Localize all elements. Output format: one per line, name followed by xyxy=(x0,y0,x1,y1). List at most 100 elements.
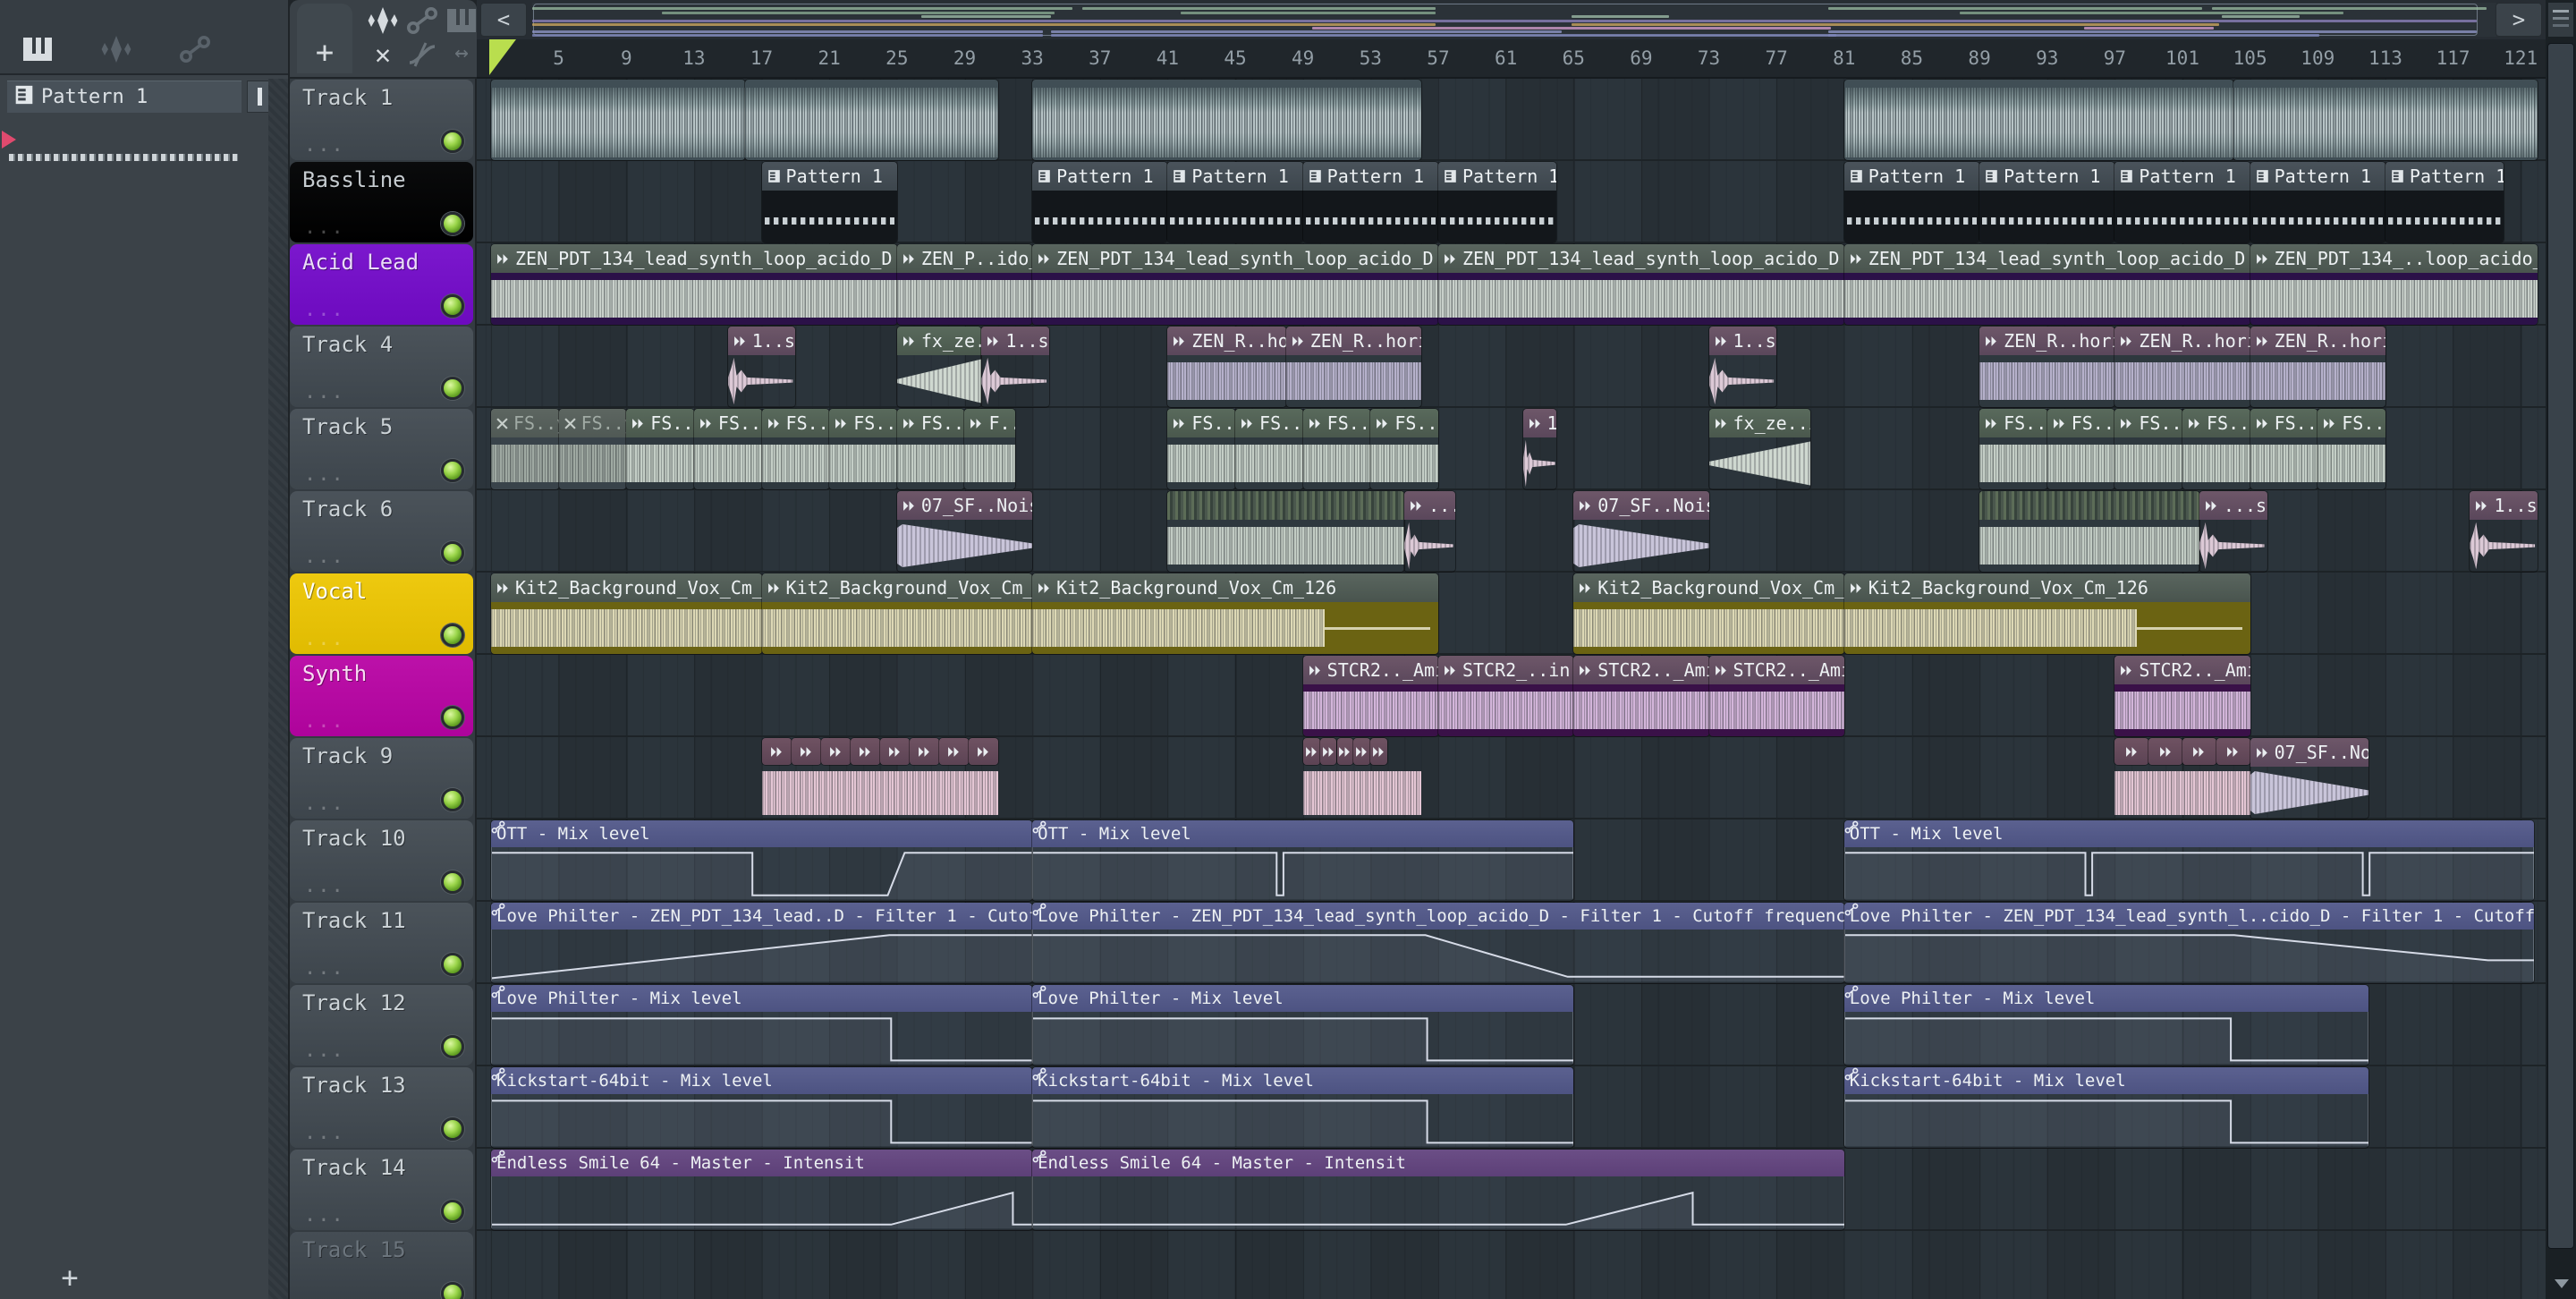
add-arrangement-tab[interactable]: + xyxy=(297,4,352,73)
clip-header[interactable]: STCR2_..in #2 xyxy=(1437,656,1574,684)
audio-clip[interactable] xyxy=(791,738,821,765)
track-header[interactable]: Track 12... xyxy=(290,985,473,1066)
audio-clip[interactable] xyxy=(969,738,999,765)
clip-header[interactable]: Pattern 1 xyxy=(2385,162,2504,191)
clip-header[interactable]: ZEN_R..horia xyxy=(1285,327,1422,355)
track-options-dots[interactable]: ... xyxy=(304,793,345,815)
clip-header[interactable]: STCR2.._Amin xyxy=(1302,656,1438,684)
clip-header[interactable]: Pattern 1 xyxy=(1167,162,1303,191)
pattern-clip[interactable]: Pattern 1 xyxy=(1302,162,1438,242)
track-header[interactable]: Synth... xyxy=(290,656,473,736)
audio-clip[interactable]: FS..y xyxy=(2114,409,2182,489)
clip-header[interactable]: Kit2_Background_Vox_Cm_ xyxy=(761,573,1033,602)
automation-curve[interactable] xyxy=(1033,1094,1574,1146)
track-enable-led[interactable] xyxy=(441,624,464,647)
scroll-down-icon[interactable] xyxy=(2555,1279,2569,1288)
audio-clip[interactable]: ZEN_PDT_134_..loop_acido_D xyxy=(2250,244,2538,325)
audio-clip[interactable] xyxy=(1167,491,1405,572)
track-enable-led[interactable] xyxy=(441,1282,464,1299)
automation-link-icon[interactable] xyxy=(177,34,216,64)
clip-header[interactable] xyxy=(1167,491,1405,520)
track-enable-led[interactable] xyxy=(441,459,464,482)
track-options-dots[interactable]: ... xyxy=(304,463,345,486)
audio-clip[interactable]: ...se xyxy=(1404,491,1455,572)
audio-clip[interactable] xyxy=(2114,738,2149,765)
clip-header[interactable]: Pattern 1 xyxy=(1032,162,1168,191)
clip-header[interactable]: 1..se xyxy=(727,327,796,355)
clip-header[interactable]: FS..y xyxy=(829,409,897,437)
automation-clip[interactable]: Endless Smile 64 - Master - Intensit xyxy=(491,1150,1033,1230)
automation-curve[interactable] xyxy=(1033,930,1844,981)
track-enable-led[interactable] xyxy=(441,1117,464,1141)
arrangement-minimap[interactable] xyxy=(532,3,2496,37)
audio-clip[interactable]: STCR2.._Amin xyxy=(1573,656,1709,736)
track-enable-led[interactable] xyxy=(441,953,464,976)
clip-header[interactable]: ...se xyxy=(1404,491,1455,520)
audio-clip[interactable]: STCR2.._Amin xyxy=(1708,656,1844,736)
audio-clip[interactable] xyxy=(1302,768,1422,818)
audio-clip[interactable]: Kit2_Background_Vox_Cm_ xyxy=(1573,573,1844,654)
clip-header[interactable]: fx_ze..ing909 xyxy=(1708,409,1810,437)
clip-header[interactable]: ZEN_PDT_134_..loop_acido_D xyxy=(2250,244,2538,273)
track-options-dots[interactable]: ... xyxy=(304,1204,345,1227)
audio-clip[interactable]: FS..y xyxy=(2250,409,2318,489)
clip-header[interactable]: OTT - Mix level xyxy=(1843,820,2535,847)
automation-curve[interactable] xyxy=(1844,930,2535,981)
pattern-clip[interactable]: Pattern 1 xyxy=(1167,162,1303,242)
pattern-mini-preview[interactable] xyxy=(9,154,238,161)
piano-icon[interactable] xyxy=(444,5,479,36)
slide-link-icon[interactable] xyxy=(404,5,440,36)
audio-clip[interactable]: 1..se xyxy=(727,327,796,407)
clip-header[interactable]: STCR2.._Amin xyxy=(1708,656,1844,684)
audio-clip[interactable] xyxy=(2216,738,2250,765)
audio-clip[interactable] xyxy=(1843,80,2233,160)
audio-clip[interactable]: FS..y xyxy=(2046,409,2115,489)
add-pattern-button[interactable]: + xyxy=(52,1260,88,1295)
automation-curve[interactable] xyxy=(1844,847,2535,899)
audio-clip[interactable]: FS..y xyxy=(2318,409,2385,489)
audio-clip[interactable]: ZEN_R..horia xyxy=(2114,327,2250,407)
track-enable-led[interactable] xyxy=(441,788,464,811)
audio-clip[interactable] xyxy=(2233,80,2538,160)
automation-curve[interactable] xyxy=(492,847,1033,899)
audio-clip[interactable] xyxy=(2182,738,2216,765)
track-header[interactable]: Track 9... xyxy=(290,738,473,819)
audio-clip[interactable]: ZEN_PDT_134_lead_synth_loop_acido_D xyxy=(491,244,897,325)
audio-clip[interactable]: STCR2.._Amin xyxy=(2114,656,2250,736)
automation-clip[interactable]: OTT - Mix level xyxy=(1032,820,1574,901)
audio-clip[interactable]: Kit2_Background_Vox_Cm_ xyxy=(491,573,762,654)
pattern-clip[interactable]: Pattern 1 xyxy=(1843,162,1980,242)
clip-header[interactable]: Endless Smile 64 - Master - Intensit xyxy=(491,1150,1033,1176)
audio-clip[interactable]: FS..y xyxy=(491,409,559,489)
audio-clip[interactable]: fx_ze..ing909 xyxy=(1708,409,1810,489)
clip-header[interactable]: OTT - Mix level xyxy=(491,820,1033,847)
clip-header[interactable]: ZEN_PDT_134_lead_synth_loop_acido_D xyxy=(1437,244,1844,273)
audio-clip[interactable] xyxy=(761,768,999,818)
audio-clip[interactable]: FS..y xyxy=(1167,409,1236,489)
automation-clip[interactable]: Love Philter - ZEN_PDT_134_lead_synth_l.… xyxy=(1843,903,2535,983)
track-options-dots[interactable]: ... xyxy=(304,299,345,321)
automation-clip[interactable]: Kickstart-64bit - Mix level xyxy=(491,1067,1033,1148)
audio-clip[interactable] xyxy=(820,738,851,765)
automation-clip[interactable]: OTT - Mix level xyxy=(1843,820,2535,901)
automation-clip[interactable]: Love Philter - Mix level xyxy=(491,985,1033,1066)
clip-header[interactable]: FS..y xyxy=(626,409,694,437)
clip-header[interactable]: ZEN_R..horia xyxy=(1979,327,2115,355)
pattern-clip[interactable]: Pattern 1 xyxy=(2385,162,2504,242)
clip-header[interactable]: FS..y xyxy=(2114,409,2182,437)
track-enable-led[interactable] xyxy=(441,541,464,565)
track-enable-led[interactable] xyxy=(441,130,464,153)
audio-clip[interactable]: Kit2_Background_Vox_Cm_ xyxy=(761,573,1033,654)
audio-clip[interactable]: fx_ze..ing xyxy=(896,327,982,407)
playlist-grid[interactable]: Pattern 1 Pattern 1 Pattern 1 Pattern 1 Patt… xyxy=(477,79,2546,1299)
clip-header[interactable]: FS..y xyxy=(491,409,559,437)
clip-header[interactable]: FS..y xyxy=(1979,409,2047,437)
audio-clip[interactable]: FS..y xyxy=(896,409,965,489)
audio-clip[interactable] xyxy=(2114,768,2250,818)
automation-clip[interactable]: Love Philter - Mix level xyxy=(1843,985,2368,1066)
clip-header[interactable]: ZEN_R..horia xyxy=(2114,327,2250,355)
audio-clip[interactable] xyxy=(1319,738,1337,765)
clip-header[interactable]: 1..se xyxy=(1708,327,1777,355)
pattern-clip[interactable]: Pattern 1 xyxy=(2114,162,2250,242)
clip-header[interactable]: 07_SF..Noise xyxy=(2250,738,2368,767)
